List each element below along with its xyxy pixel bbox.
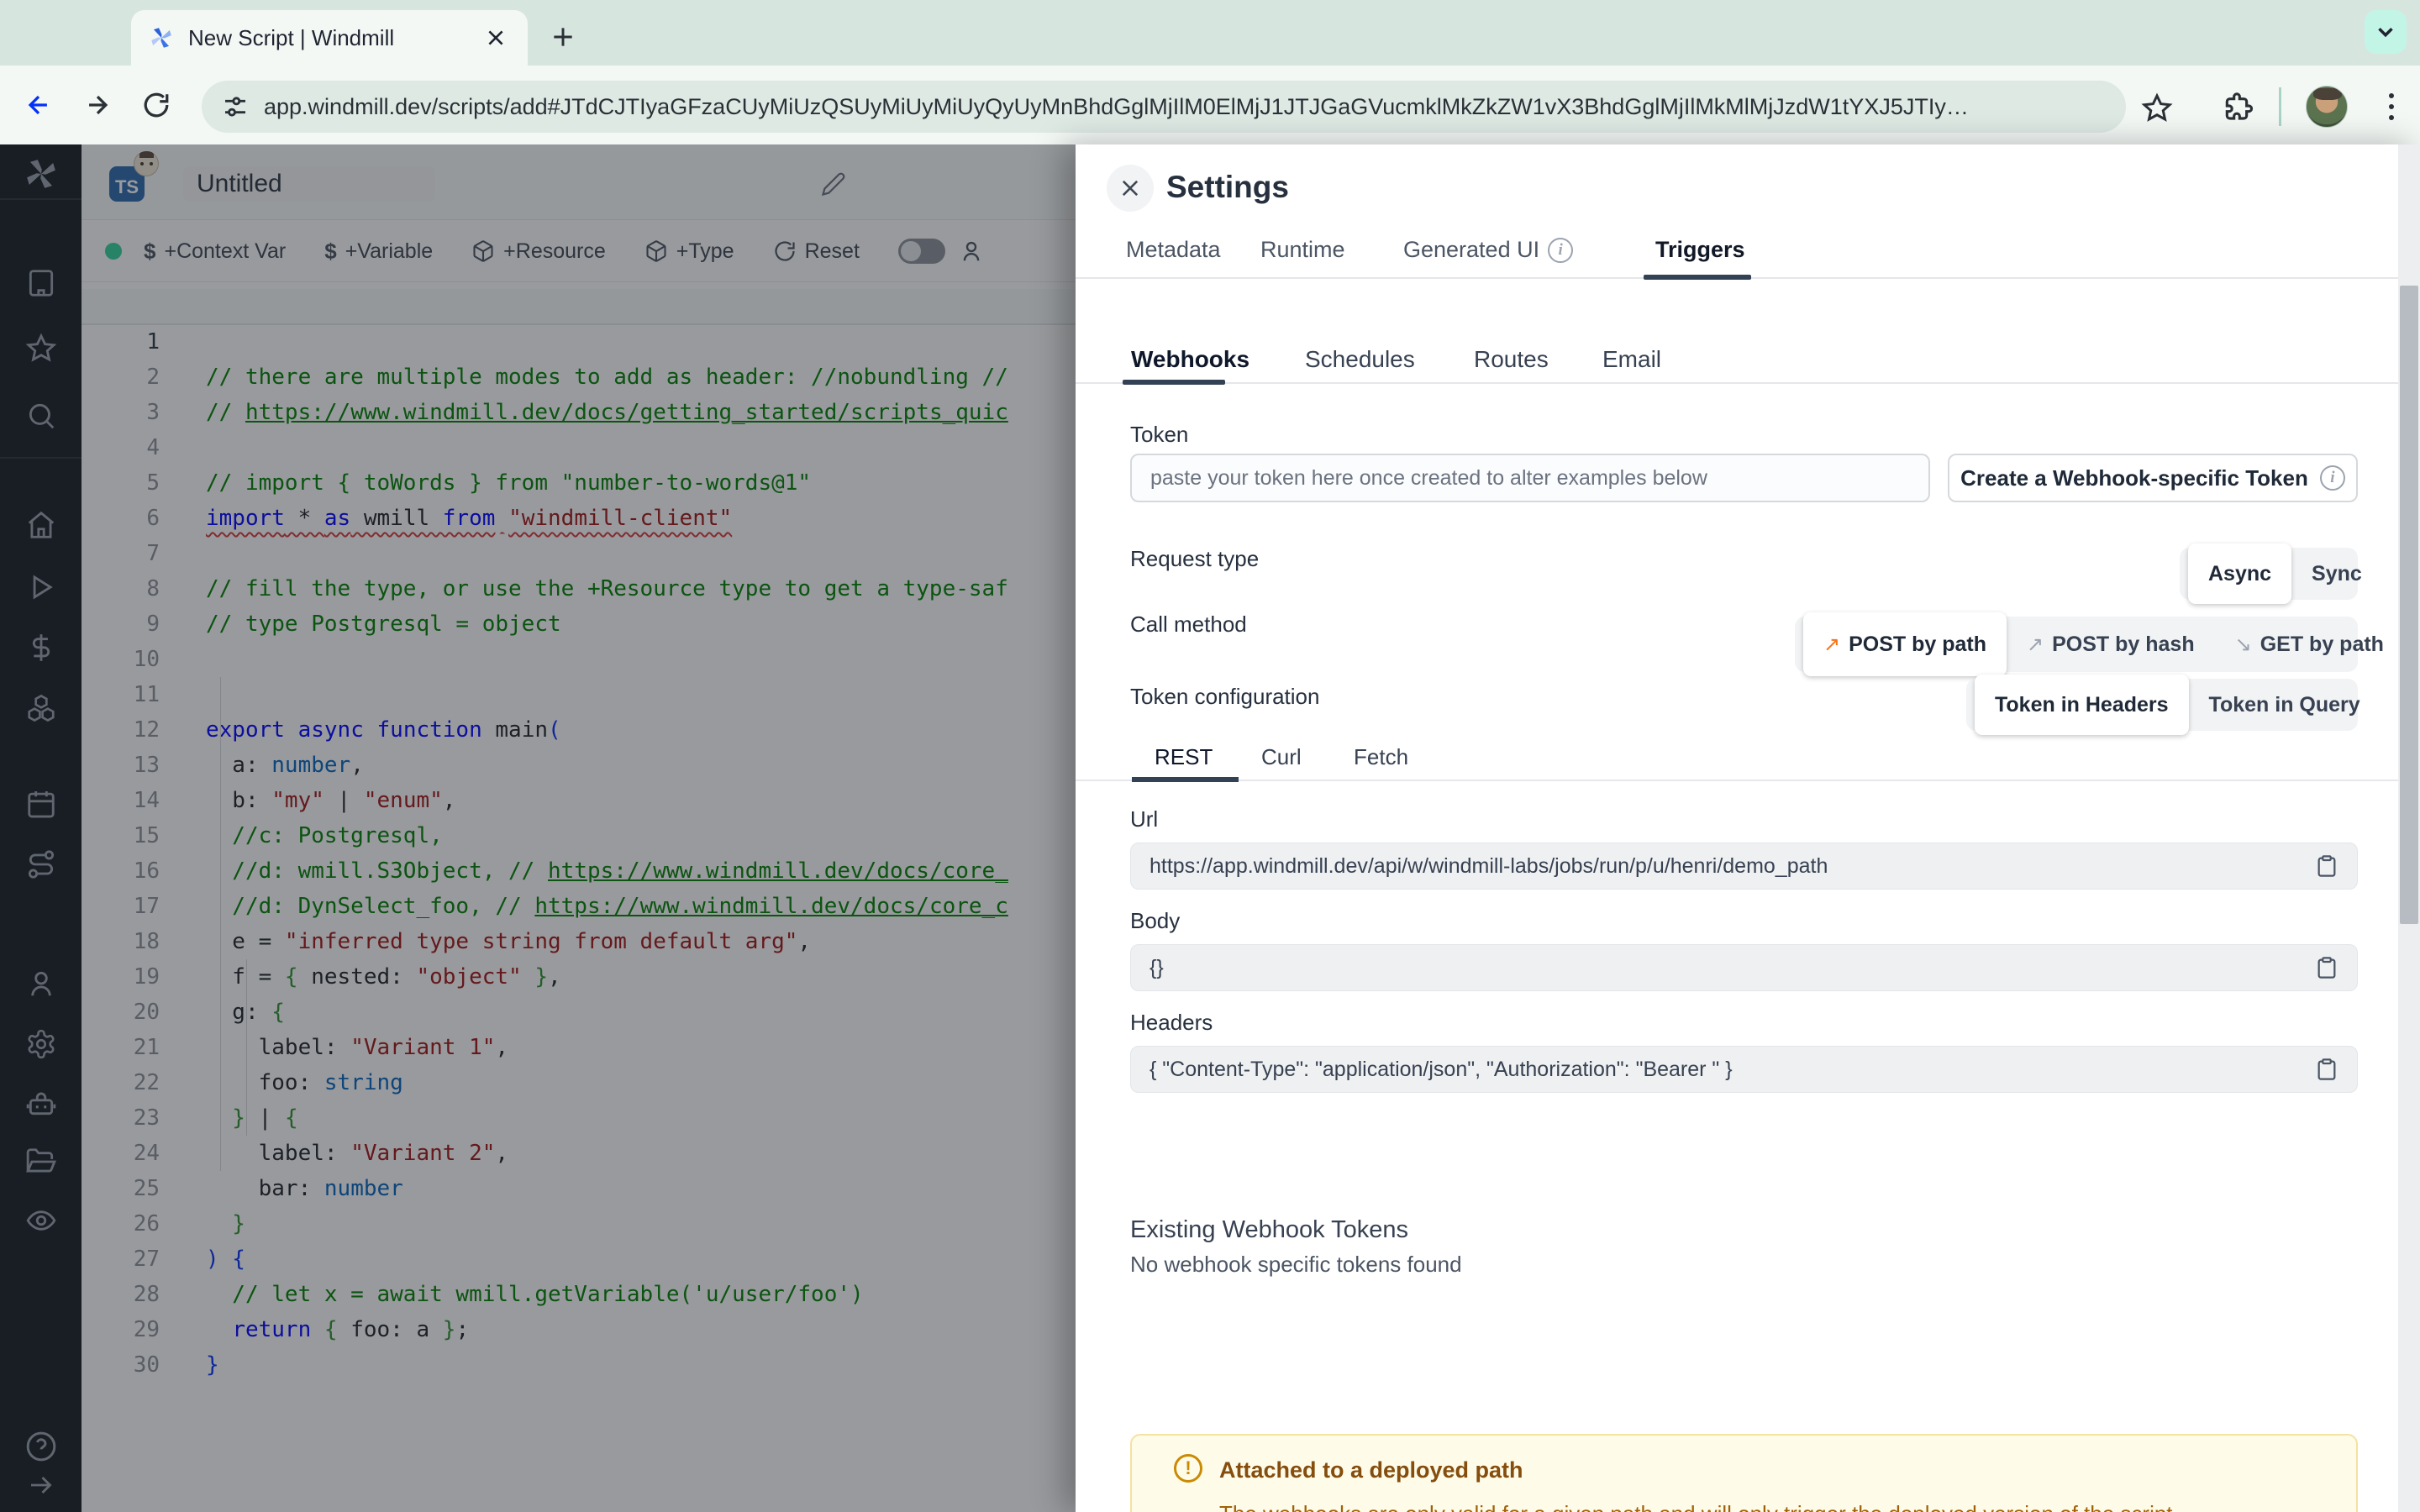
field-value: { "Content-Type": "application/json", "A… — [1150, 1057, 1733, 1081]
browser-tab[interactable]: New Script | Windmill — [131, 10, 528, 66]
request-type-label: Request type — [1130, 546, 1260, 571]
toggle-option[interactable]: ↗ POST by path — [1803, 612, 2007, 676]
kebab-menu-icon[interactable] — [2383, 87, 2400, 126]
tab-curl[interactable]: Curl — [1261, 744, 1302, 770]
create-webhook-token-button[interactable]: Create a Webhook-specific Token i — [1948, 454, 2358, 502]
toggle-option[interactable]: Token in Query — [2189, 679, 2381, 731]
browser-chrome: New Script | Windmill app.windmill.dev/s… — [0, 0, 2420, 144]
alert-icon: ! — [1174, 1454, 1202, 1483]
scrollbar[interactable] — [2398, 144, 2420, 1512]
subtab-schedules[interactable]: Schedules — [1305, 346, 1415, 373]
address-bar[interactable]: app.windmill.dev/scripts/add#JTdCJTIyaGF… — [202, 81, 2126, 133]
field-group: Url https://app.windmill.dev/api/w/windm… — [1130, 806, 2358, 890]
field-value: {} — [1150, 955, 1164, 979]
tab-runtime[interactable]: Runtime — [1260, 237, 1345, 263]
extensions-puzzle-icon[interactable] — [2220, 89, 2254, 123]
close-icon[interactable] — [1107, 165, 1154, 212]
tab-title: New Script | Windmill — [188, 24, 395, 50]
active-tab-underline — [1644, 275, 1751, 280]
settings-tabs: Metadata Runtime Generated UI i Triggers — [1076, 234, 2420, 280]
windmill-favicon — [148, 24, 175, 51]
info-icon: i — [2319, 465, 2345, 491]
url-text[interactable]: app.windmill.dev/scripts/add#JTdCJTIyaGF… — [264, 94, 2106, 120]
active-subtab-underline — [1123, 380, 1225, 385]
field-group: Headers { "Content-Type": "application/j… — [1130, 1010, 2358, 1093]
bookmark-star-icon[interactable] — [2141, 92, 2173, 124]
tab-fetch[interactable]: Fetch — [1354, 744, 1408, 770]
field-label: Headers — [1130, 1010, 1213, 1035]
existing-tokens-empty: No webhook specific tokens found — [1130, 1252, 1462, 1277]
arrow-icon: ↗ — [1823, 633, 1841, 656]
field-value-box[interactable]: https://app.windmill.dev/api/w/windmill-… — [1130, 843, 2358, 890]
toggle-option[interactable]: Sync — [2291, 548, 2382, 600]
toggle-option[interactable]: Async — [2188, 543, 2292, 604]
drawer-backdrop[interactable] — [0, 144, 1076, 1512]
clipboard-icon[interactable] — [2315, 854, 2338, 878]
warning-body: The webhooks are only valid for a given … — [1219, 1501, 2179, 1512]
drawer-title: Settings — [1166, 170, 1289, 204]
back-icon[interactable] — [15, 81, 62, 129]
call-method-toggle: ↗ POST by path ↗ POST by hash ↘ GET by p… — [1795, 612, 2384, 676]
toggle-option[interactable]: ↗ POST by hash — [2007, 617, 2215, 672]
toolbar-separator — [2279, 87, 2281, 126]
trigger-subtabs: Webhooks Schedules Routes Email — [1076, 344, 2420, 385]
warning-title: Attached to a deployed path — [1219, 1457, 1523, 1483]
request-type-toggle: Async Sync — [2180, 543, 2362, 604]
token-configuration-label: Token configuration — [1130, 684, 1320, 709]
field-value: https://app.windmill.dev/api/w/windmill-… — [1150, 853, 1828, 878]
field-group: Body {} — [1130, 908, 2358, 991]
settings-drawer: Settings Metadata Runtime Generated UI i… — [1076, 144, 2420, 1512]
new-tab-icon[interactable] — [544, 18, 581, 55]
forward-icon[interactable] — [74, 81, 121, 129]
field-label: Body — [1130, 908, 1181, 933]
toggle-option[interactable]: Token in Headers — [1975, 675, 2189, 735]
tab-strip: New Script | Windmill — [0, 0, 2420, 66]
tab-generated-ui[interactable]: Generated UI i — [1403, 237, 1574, 263]
field-label: Url — [1130, 806, 1159, 832]
active-snippet-underline — [1132, 777, 1239, 782]
reload-icon[interactable] — [133, 81, 180, 129]
token-configuration-toggle: Token in Headers Token in Query — [1966, 675, 2360, 735]
tab-metadata[interactable]: Metadata — [1126, 237, 1221, 263]
clipboard-icon[interactable] — [2315, 956, 2338, 979]
tab-close-icon[interactable] — [481, 23, 511, 53]
clipboard-icon[interactable] — [2315, 1058, 2338, 1081]
arrow-icon: ↗ — [2027, 633, 2044, 656]
info-icon: i — [1548, 237, 1574, 263]
subtab-email[interactable]: Email — [1602, 346, 1661, 373]
field-value-box[interactable]: {} — [1130, 944, 2358, 991]
field-value-box[interactable]: { "Content-Type": "application/json", "A… — [1130, 1046, 2358, 1093]
deployed-path-warning: ! Attached to a deployed path The webhoo… — [1130, 1434, 2358, 1512]
arrow-icon: ↘ — [2234, 633, 2252, 656]
request-fields: Url https://app.windmill.dev/api/w/windm… — [1130, 806, 2358, 1111]
tab-triggers[interactable]: Triggers — [1655, 237, 1745, 263]
existing-tokens-title: Existing Webhook Tokens — [1130, 1216, 1409, 1243]
scrollbar-thumb[interactable] — [2400, 286, 2418, 924]
subtab-webhooks[interactable]: Webhooks — [1131, 346, 1249, 373]
token-input[interactable]: paste your token here once created to al… — [1130, 454, 1930, 502]
toggle-option[interactable]: ↘ GET by path — [2215, 617, 2404, 672]
tune-icon[interactable] — [222, 93, 249, 120]
call-method-label: Call method — [1130, 612, 1247, 637]
token-label: Token — [1130, 422, 1189, 447]
avatar[interactable] — [2306, 86, 2348, 128]
subtab-routes[interactable]: Routes — [1474, 346, 1549, 373]
tab-rest[interactable]: REST — [1155, 744, 1213, 770]
snippet-tabs: REST Curl Fetch — [1076, 744, 2420, 782]
chevron-down-icon[interactable] — [2365, 10, 2407, 54]
